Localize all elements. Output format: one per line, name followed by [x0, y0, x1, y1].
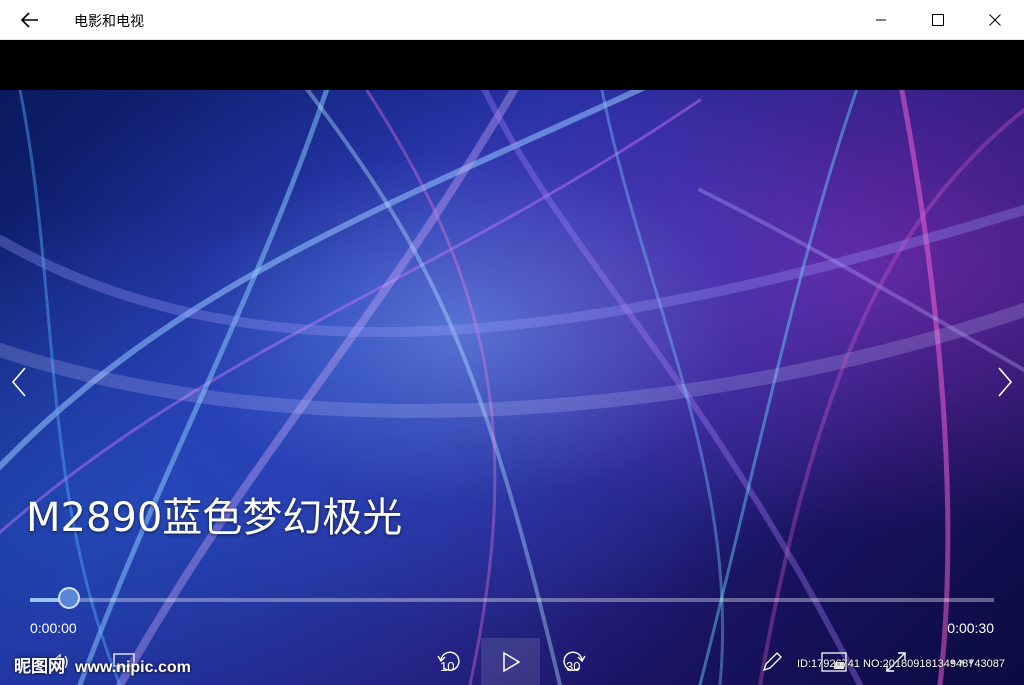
aurora-background — [0, 90, 1024, 685]
watermark-brand: 昵图网 www.nipic.com — [14, 652, 191, 677]
watermark-brand-name: 昵图网 — [14, 657, 65, 676]
letterbox-bar — [0, 40, 1024, 90]
chevron-right-icon — [998, 367, 1013, 397]
close-button[interactable] — [967, 0, 1023, 40]
seek-thumb[interactable] — [57, 587, 80, 609]
minimize-button[interactable] — [853, 0, 909, 40]
play-button[interactable] — [481, 638, 540, 685]
close-icon — [989, 14, 1001, 26]
back-arrow-icon — [21, 12, 38, 28]
skip-forward-button[interactable]: 30 — [552, 638, 596, 685]
edit-button[interactable] — [752, 638, 792, 685]
watermark-id: ID:17926741 NO:20180918134948743087 — [797, 658, 1005, 670]
skip-forward-label: 30 — [566, 659, 581, 674]
current-time: 0:00:00 — [30, 620, 77, 636]
skip-back-label: 10 — [440, 659, 455, 674]
watermark-site: www.nipic.com — [75, 659, 191, 676]
chevron-left-icon — [11, 367, 26, 397]
skip-back-button[interactable]: 10 — [427, 638, 471, 685]
back-button[interactable] — [14, 6, 46, 34]
total-time: 0:00:30 — [947, 620, 994, 636]
minimize-icon — [876, 19, 886, 21]
play-icon — [502, 651, 520, 672]
maximize-button[interactable] — [910, 0, 966, 40]
pencil-icon — [762, 651, 782, 671]
title-bar: 电影和电视 — [0, 0, 1024, 40]
previous-button[interactable] — [4, 360, 34, 404]
maximize-icon — [932, 14, 944, 26]
video-title: M2890蓝色梦幻极光 — [26, 495, 403, 541]
app-title: 电影和电视 — [74, 14, 144, 30]
seek-bar[interactable] — [30, 587, 994, 609]
video-frame[interactable]: M2890蓝色梦幻极光 0:00:00 0:00:30 10 30 昵图网 ww… — [0, 90, 1024, 685]
next-button[interactable] — [990, 360, 1020, 404]
